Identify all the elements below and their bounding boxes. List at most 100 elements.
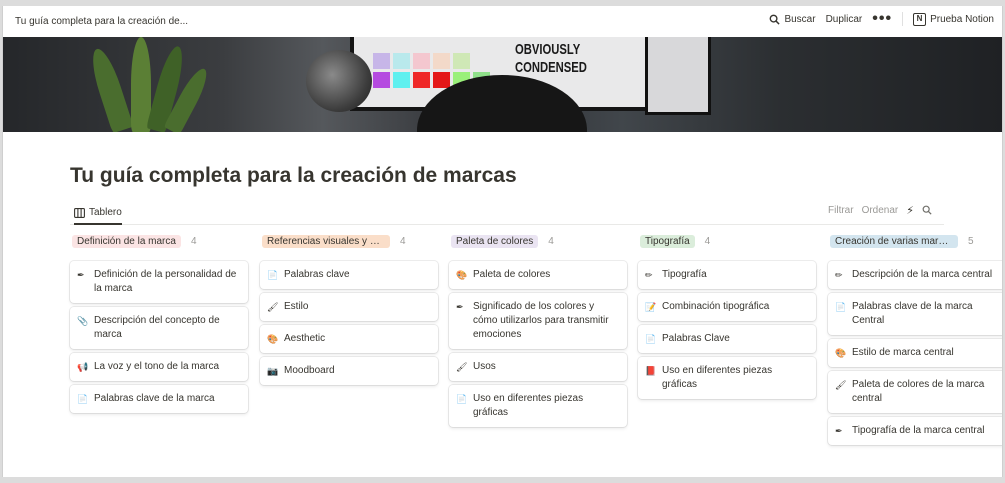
board-column: Tipografía 4 ✏ Tipografía 📝 Combinación tipog… — [638, 233, 816, 403]
board-column: Referencias visuales y es... 4 📄 Palabras c… — [260, 233, 438, 389]
column-tag: Referencias visuales y es... — [262, 234, 390, 248]
book-icon: 📕 — [645, 366, 657, 376]
column-tag: Creación de varias marcas — [830, 234, 958, 248]
column-count: 4 — [190, 235, 197, 247]
page-icon: 📄 — [645, 334, 657, 344]
board-card[interactable]: 📄 Palabras clave de la marca Central — [828, 293, 1002, 335]
column-header[interactable]: Tipografía 4 — [640, 233, 816, 249]
page-icon: 📄 — [835, 302, 847, 312]
board-card[interactable]: 🎨 Aesthetic — [260, 325, 438, 353]
pen-icon: ✒ — [456, 302, 464, 312]
board-card[interactable]: 📝 Combinación tipográfica — [638, 293, 816, 321]
board-card[interactable]: 🖌 Usos — [449, 353, 627, 381]
board-card[interactable]: 📄 Palabras clave — [260, 261, 438, 289]
cover-text: OBVIOUSLY CONDENSED — [515, 41, 587, 76]
card-title: Palabras clave de la marca — [94, 393, 215, 404]
card-title: Uso en diferentes piezas gráficas — [662, 365, 773, 390]
megaphone-icon: 📢 — [77, 362, 89, 372]
palette-icon: 🎨 — [835, 348, 847, 358]
card-title: Definición de la personalidad de la marc… — [94, 269, 237, 294]
board-card[interactable]: ✏ Tipografía — [638, 261, 816, 289]
card-title: Descripción de la marca central — [852, 269, 993, 280]
card-title: Estilo de marca central — [852, 347, 954, 358]
card-title: Descripción del concepto de marca — [94, 315, 220, 340]
tab-tablero[interactable]: Tablero — [74, 202, 122, 225]
breadcrumb[interactable]: Tu guía completa para la creación de... — [15, 16, 188, 27]
view-bar: Tablero Filtrar Ordenar ⚡ — [70, 202, 944, 225]
board-card[interactable]: 🎨 Paleta de colores — [449, 261, 627, 289]
card-title: Aesthetic — [284, 333, 326, 344]
page-icon: 📄 — [267, 270, 279, 280]
board-column: Creación de varias marcas 5 ✏ Descripción d… — [828, 233, 1002, 449]
palette-icon: 🎨 — [267, 334, 279, 344]
column-header[interactable]: Creación de varias marcas 5 — [830, 233, 1002, 249]
board-card[interactable]: 🖌 Estilo — [260, 293, 438, 321]
search-icon[interactable] — [922, 205, 932, 215]
top-actions: Buscar Duplicar ••• N Prueba Notion — [769, 11, 994, 27]
palette-icon: 🎨 — [456, 270, 468, 280]
secondary-monitor — [645, 37, 711, 115]
card-title: Tipografía — [662, 269, 707, 280]
board-card[interactable]: 📎 Descripción del concepto de marca — [70, 307, 248, 349]
board-card[interactable]: 📕 Uso en diferentes piezas gráficas — [638, 357, 816, 399]
board-card[interactable]: ✒ Significado de los colores y cómo utili… — [449, 293, 627, 349]
card-title: Uso en diferentes piezas gráficas — [473, 393, 584, 418]
board-column: Paleta de colores 4 🎨 Paleta de colores ✒ Sig… — [449, 233, 627, 431]
column-count: 5 — [968, 235, 974, 247]
card-title: La voz y el tono de la marca — [94, 361, 220, 372]
page-icon: 📄 — [456, 394, 468, 404]
board-card[interactable]: 🖌 Paleta de colores de la marca central — [828, 371, 1002, 413]
card-title: Tipografía de la marca central — [852, 425, 985, 436]
card-title: Usos — [473, 361, 496, 372]
search-icon — [770, 14, 781, 25]
column-count: 4 — [548, 235, 554, 247]
tab-label: Tablero — [89, 207, 122, 218]
column-count: 4 — [704, 235, 711, 247]
column-header[interactable]: Definición de la marca 4 — [72, 233, 248, 249]
card-title: Paleta de colores de la marca central — [852, 379, 985, 404]
card-title: Palabras Clave — [662, 333, 730, 344]
more-options-icon[interactable]: ••• — [872, 11, 892, 27]
board-view-icon — [74, 207, 85, 218]
board-card[interactable]: ✏ Descripción de la marca central — [828, 261, 1002, 289]
column-tag: Paleta de colores — [451, 234, 539, 248]
search-button[interactable]: Buscar — [769, 13, 816, 25]
microphone — [306, 50, 372, 112]
board-card[interactable]: ✒ Definición de la personalidad de la mar… — [70, 261, 248, 303]
sort-button[interactable]: Ordenar — [862, 205, 899, 216]
top-bar: Tu guía completa para la creación de... … — [3, 6, 1002, 37]
pencil-icon: ✏ — [835, 270, 843, 280]
board-card[interactable]: 📄 Uso en diferentes piezas gráficas — [449, 385, 627, 427]
duplicate-button[interactable]: Duplicar — [826, 14, 863, 25]
board-card[interactable]: 📄 Palabras Clave — [638, 325, 816, 353]
column-header[interactable]: Referencias visuales y es... 4 — [262, 233, 438, 249]
board-card[interactable]: 📷 Moodboard — [260, 357, 438, 385]
card-title: Significado de los colores y cómo utiliz… — [473, 301, 609, 340]
notion-page: Tu guía completa para la creación de... … — [2, 6, 1003, 477]
pencil-icon: ✏ — [645, 270, 653, 280]
search-label: Buscar — [784, 13, 816, 25]
board-card[interactable]: 📢 La voz y el tono de la marca — [70, 353, 248, 381]
pen-icon: ✒ — [77, 270, 85, 280]
paintbrush-icon: 🖌 — [456, 362, 468, 372]
try-notion-button[interactable]: N Prueba Notion — [913, 12, 994, 26]
page-icon: 📄 — [77, 394, 89, 404]
paintbrush-icon: 🖌 — [267, 302, 279, 312]
column-header[interactable]: Paleta de colores 4 — [451, 233, 627, 249]
board-card[interactable]: 📄 Palabras clave de la marca — [70, 385, 248, 413]
card-title: Moodboard — [284, 365, 335, 376]
cover-image: OBVIOUSLY CONDENSED — [3, 37, 1002, 132]
card-title: Combinación tipográfica — [662, 301, 770, 312]
column-count: 4 — [400, 235, 406, 247]
card-title: Palabras clave de la marca Central — [852, 301, 973, 326]
page-title: Tu guía completa para la creación de mar… — [70, 164, 517, 187]
card-title: Paleta de colores — [473, 269, 551, 280]
board-card[interactable]: 🎨 Estilo de marca central — [828, 339, 1002, 367]
card-title: Palabras clave — [284, 269, 350, 280]
board-card[interactable]: ✒ Tipografía de la marca central — [828, 417, 1002, 445]
automation-bolt-icon[interactable]: ⚡ — [906, 204, 914, 217]
card-title: Estilo — [284, 301, 309, 312]
memo-icon: 📝 — [645, 302, 657, 312]
filter-button[interactable]: Filtrar — [828, 205, 854, 216]
column-tag: Tipografía — [640, 234, 695, 248]
